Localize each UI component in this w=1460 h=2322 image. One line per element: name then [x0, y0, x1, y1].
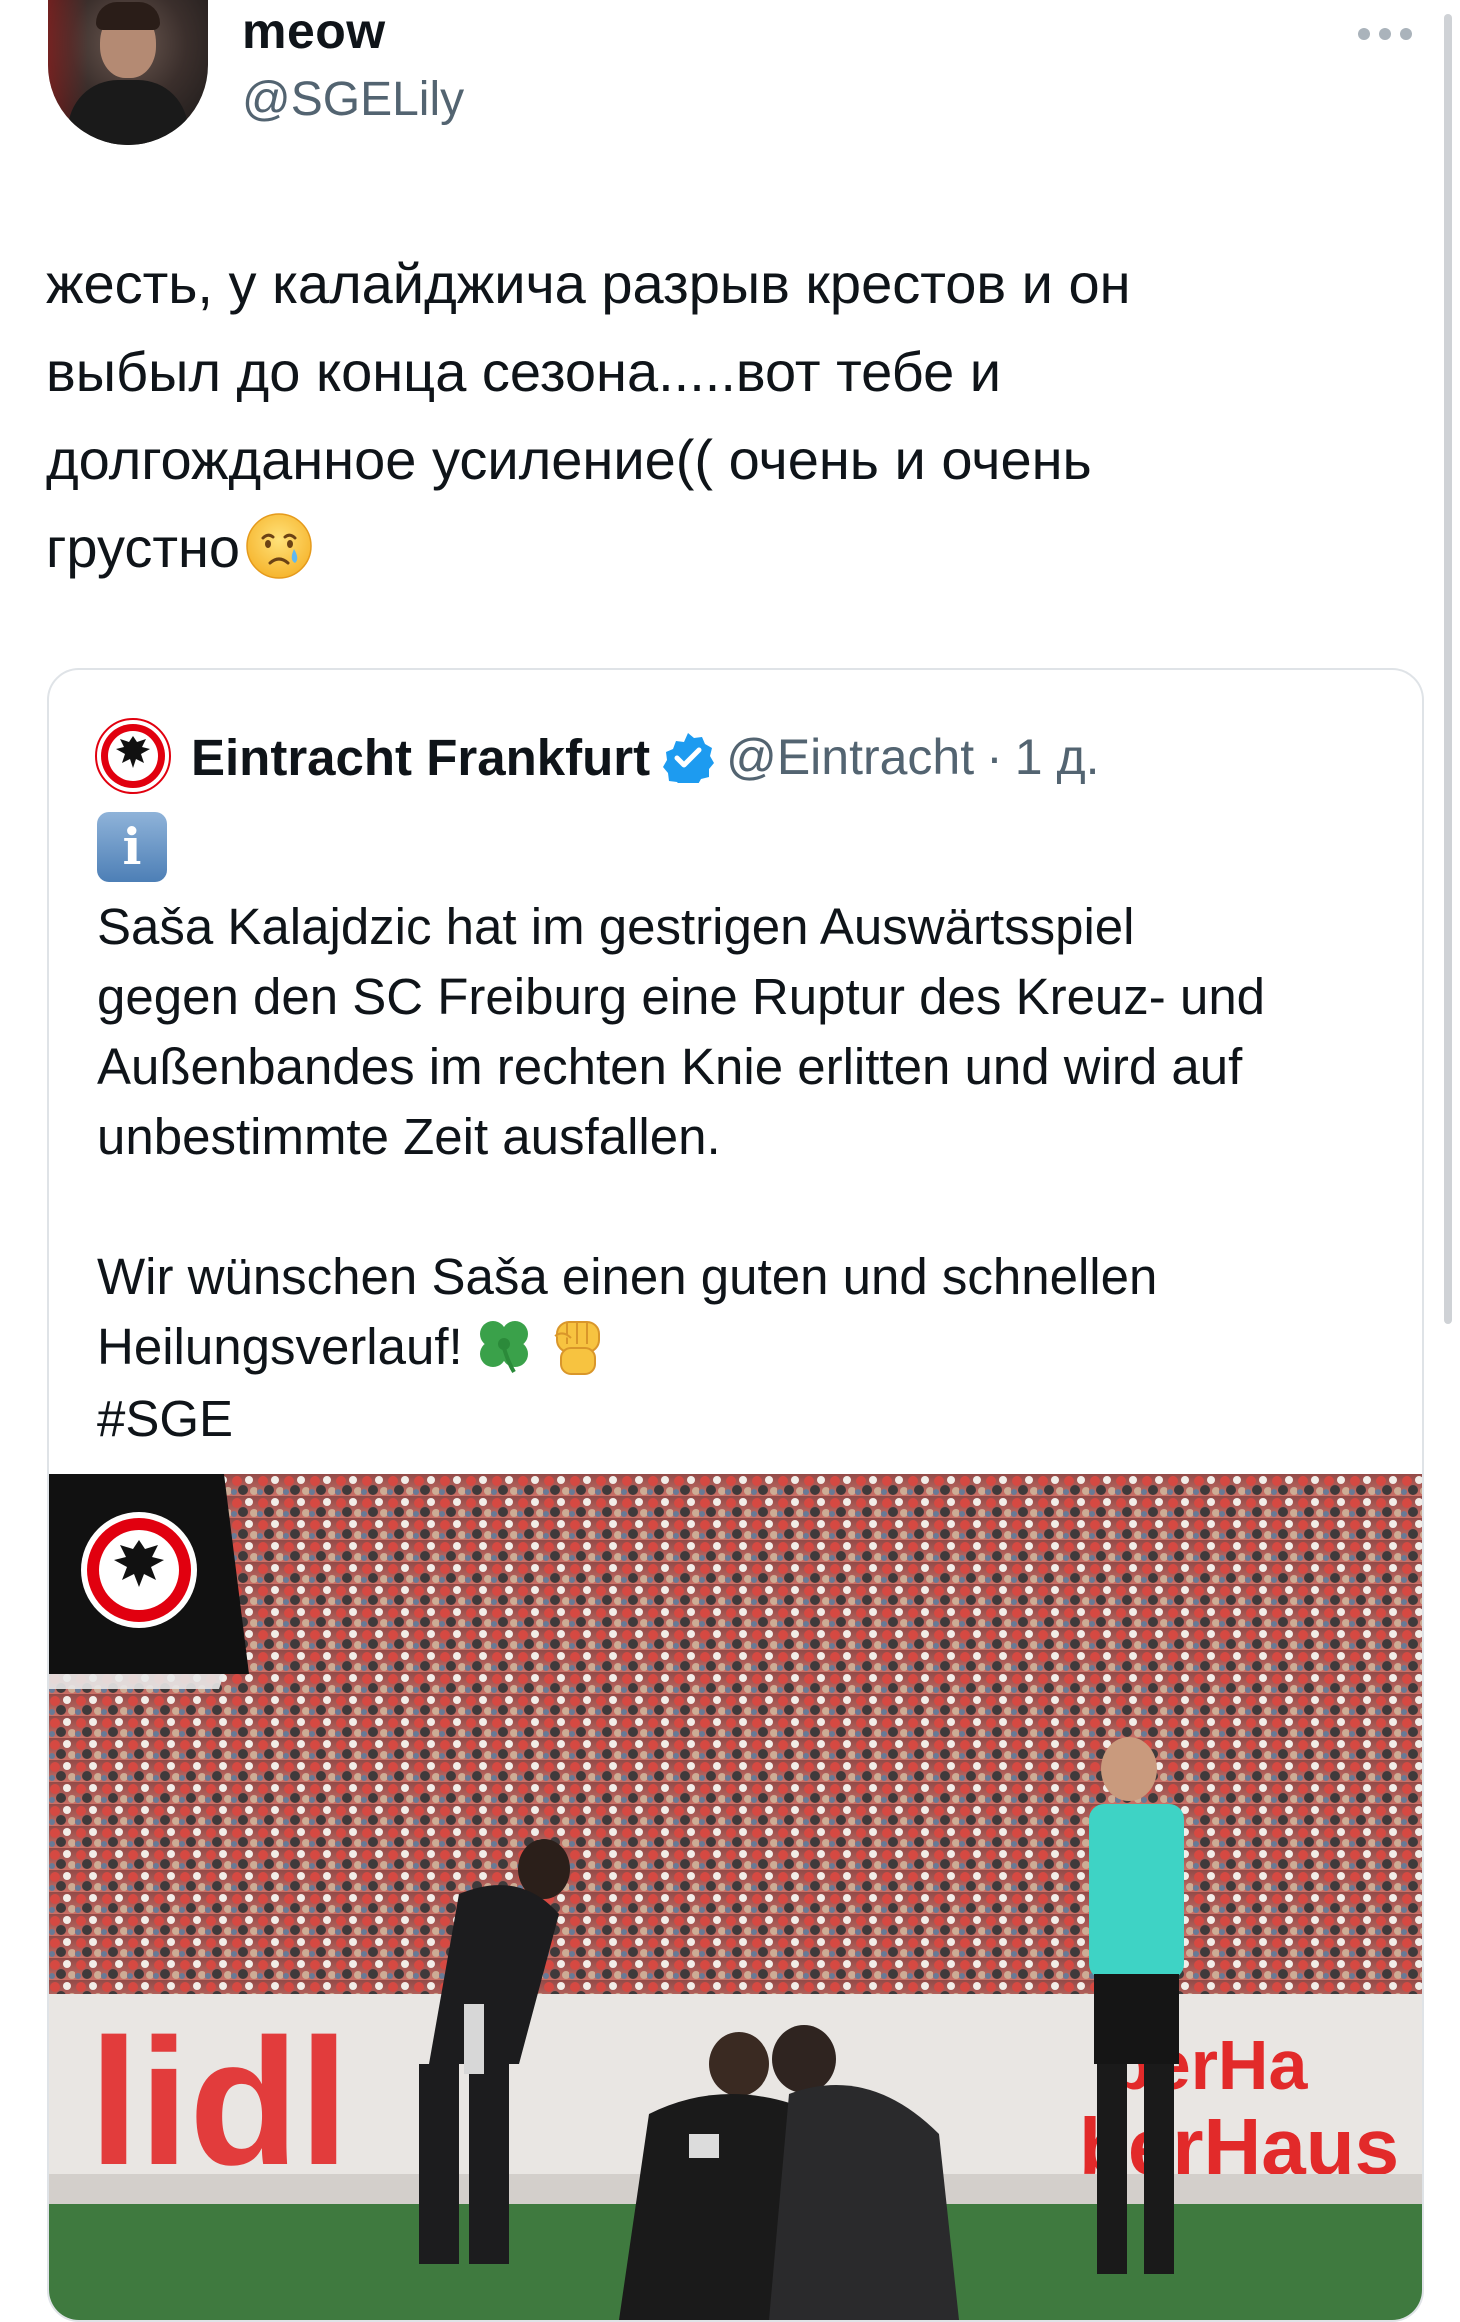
quoted-line: Saša Kalajdzic hat im gestrigen Auswärts…: [97, 898, 1135, 955]
quoted-header: Eintracht Frankfurt @Eintracht · 1 д.: [191, 722, 1100, 792]
scrollbar[interactable]: [1444, 14, 1452, 1324]
raised-fist-icon: [554, 1320, 600, 1375]
avatar[interactable]: [48, 0, 208, 145]
more-options-icon[interactable]: [1358, 28, 1412, 40]
quoted-line: gegen den SC Freiburg eine Ruptur des Kr…: [97, 968, 1266, 1025]
tweet-line: выбыл до конца сезона.....вот тебе и: [46, 340, 1002, 403]
four-leaf-clover-icon: [479, 1320, 528, 1373]
user-handle[interactable]: @SGELily: [242, 72, 464, 127]
hashtag-link[interactable]: #SGE: [97, 1384, 1407, 1454]
quoted-line: unbestimmte Zeit ausfallen.: [97, 1108, 721, 1165]
quoted-line-text: Heilungsverlauf!: [97, 1318, 463, 1375]
user-display-name[interactable]: meow: [242, 2, 386, 60]
quoted-line: Heilungsverlauf!: [97, 1312, 1407, 1384]
tweet-line: долгожданное усиление(( очень и очень: [46, 428, 1092, 491]
quoted-timestamp[interactable]: 1 д.: [1015, 728, 1100, 786]
crying-face-emoji-icon: [246, 513, 312, 579]
verified-badge-icon: [663, 733, 715, 783]
tweet-line-text: грустно: [46, 516, 241, 579]
quoted-text: Saša Kalajdzic hat im gestrigen Auswärts…: [97, 892, 1407, 1454]
quoted-tweet-card[interactable]: Eintracht Frankfurt @Eintracht · 1 д. i …: [47, 668, 1424, 2322]
tweet-text: жесть, у калайджича разрыв крестов и он …: [46, 240, 1366, 592]
tweet-line: жесть, у калайджича разрыв крестов и он: [46, 252, 1131, 315]
stadium-photo-icon: lidl berHa berHaus: [49, 1474, 1422, 2320]
separator-dot: ·: [986, 729, 1003, 785]
quoted-display-name[interactable]: Eintracht Frankfurt: [191, 728, 650, 787]
quoted-handle[interactable]: @Eintracht: [726, 728, 974, 786]
information-icon: i: [97, 812, 167, 882]
tweet-line: грустно: [46, 504, 1366, 592]
quoted-line: Wir wünschen Saša einen guten und schnel…: [97, 1248, 1158, 1305]
quoted-line: Außenbandes im rechten Knie erlitten und…: [97, 1038, 1243, 1095]
svg-text:lidl: lidl: [89, 2002, 349, 2203]
quoted-media-image[interactable]: lidl berHa berHaus: [49, 1474, 1422, 2320]
eintracht-logo-icon: [95, 718, 171, 794]
